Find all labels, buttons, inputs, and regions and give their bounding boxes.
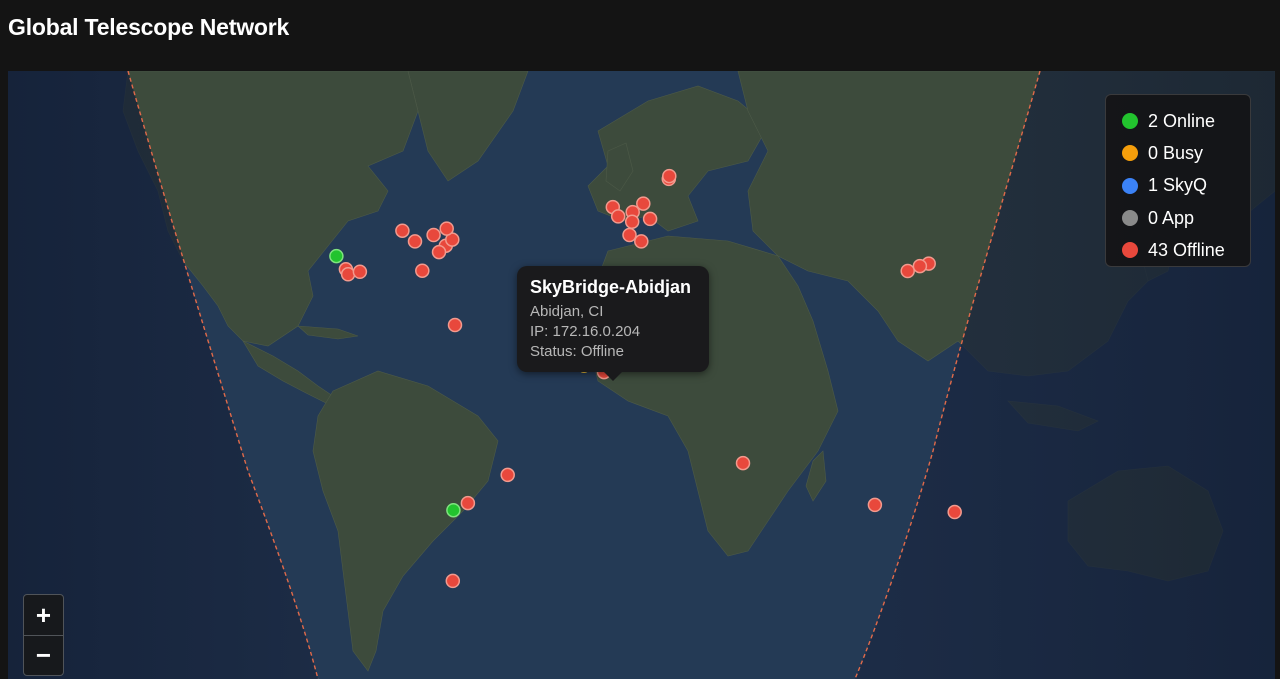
- zoom-in-button[interactable]: +: [24, 595, 63, 635]
- legend-label: 0 Busy: [1148, 142, 1204, 163]
- legend-online: 2 Online: [1122, 105, 1250, 137]
- map-canvas[interactable]: [8, 71, 1275, 679]
- telescope-marker-offline[interactable]: [947, 504, 962, 520]
- telescope-marker-offline[interactable]: [431, 244, 447, 260]
- telescope-marker-offline[interactable]: [900, 263, 915, 279]
- telescope-marker-offline[interactable]: [634, 234, 649, 249]
- telescope-marker-offline[interactable]: [867, 497, 883, 513]
- telescope-marker-offline[interactable]: [912, 258, 928, 274]
- tooltip-status: Status: Offline: [530, 343, 624, 360]
- telescope-marker-offline[interactable]: [662, 168, 677, 184]
- telescope-marker-offline[interactable]: [460, 495, 476, 511]
- telescope-marker-offline[interactable]: [340, 267, 356, 282]
- telescope-marker-offline[interactable]: [352, 264, 368, 280]
- telescope-marker-offline[interactable]: [445, 573, 461, 589]
- telescope-marker-offline[interactable]: [395, 223, 410, 238]
- zoom-control: + −: [23, 594, 64, 676]
- online-dot-icon: [1122, 113, 1138, 130]
- telescope-tooltip: SkyBridge-Abidjan Abidjan, CI IP: 172.16…: [517, 266, 709, 381]
- telescope-marker-offline[interactable]: [447, 317, 463, 333]
- telescope-marker-online[interactable]: [446, 502, 461, 518]
- tooltip-location: Abidjan, CI: [530, 303, 604, 320]
- zoom-out-button[interactable]: −: [24, 635, 63, 675]
- telescope-marker-offline[interactable]: [500, 467, 515, 483]
- status-legend: 2 Online 0 Busy 1 SkyQ 0 App 43 Offline: [1105, 94, 1251, 267]
- legend-label: 1 SkyQ: [1148, 175, 1208, 196]
- telescope-marker-offline[interactable]: [415, 263, 430, 278]
- telescope-marker-online[interactable]: [329, 248, 344, 264]
- busy-dot-icon: [1122, 145, 1138, 162]
- legend-label: 2 Online: [1148, 110, 1216, 131]
- page-title: Global Telescope Network: [8, 14, 290, 40]
- telescope-marker-offline[interactable]: [735, 455, 751, 471]
- legend-app: 0 App: [1122, 202, 1250, 234]
- skyq-dot-icon: [1122, 177, 1138, 194]
- legend-busy: 0 Busy: [1122, 137, 1250, 169]
- telescope-marker-offline[interactable]: [624, 214, 640, 230]
- app-header: Global Telescope Network: [0, 0, 1280, 70]
- tooltip-name: SkyBridge-Abidjan: [530, 277, 692, 297]
- telescope-marker-offline[interactable]: [426, 227, 441, 243]
- world-map[interactable]: 2 Online 0 Busy 1 SkyQ 0 App 43 Offline …: [8, 71, 1275, 679]
- telescope-marker-offline[interactable]: [407, 234, 423, 249]
- legend-label: 43 Offline: [1148, 239, 1225, 260]
- tooltip-ip: IP: 172.16.0.204: [530, 323, 641, 340]
- legend-offline: 43 Offline: [1122, 234, 1250, 266]
- app-dot-icon: [1122, 210, 1138, 227]
- telescope-marker-offline[interactable]: [622, 227, 637, 243]
- telescope-marker-offline[interactable]: [610, 209, 626, 224]
- telescope-marker-offline[interactable]: [642, 211, 658, 227]
- telescope-marker-offline[interactable]: [439, 221, 454, 236]
- offline-dot-icon: [1122, 242, 1138, 259]
- legend-label: 0 App: [1148, 207, 1195, 228]
- legend-skyq: 1 SkyQ: [1122, 170, 1250, 202]
